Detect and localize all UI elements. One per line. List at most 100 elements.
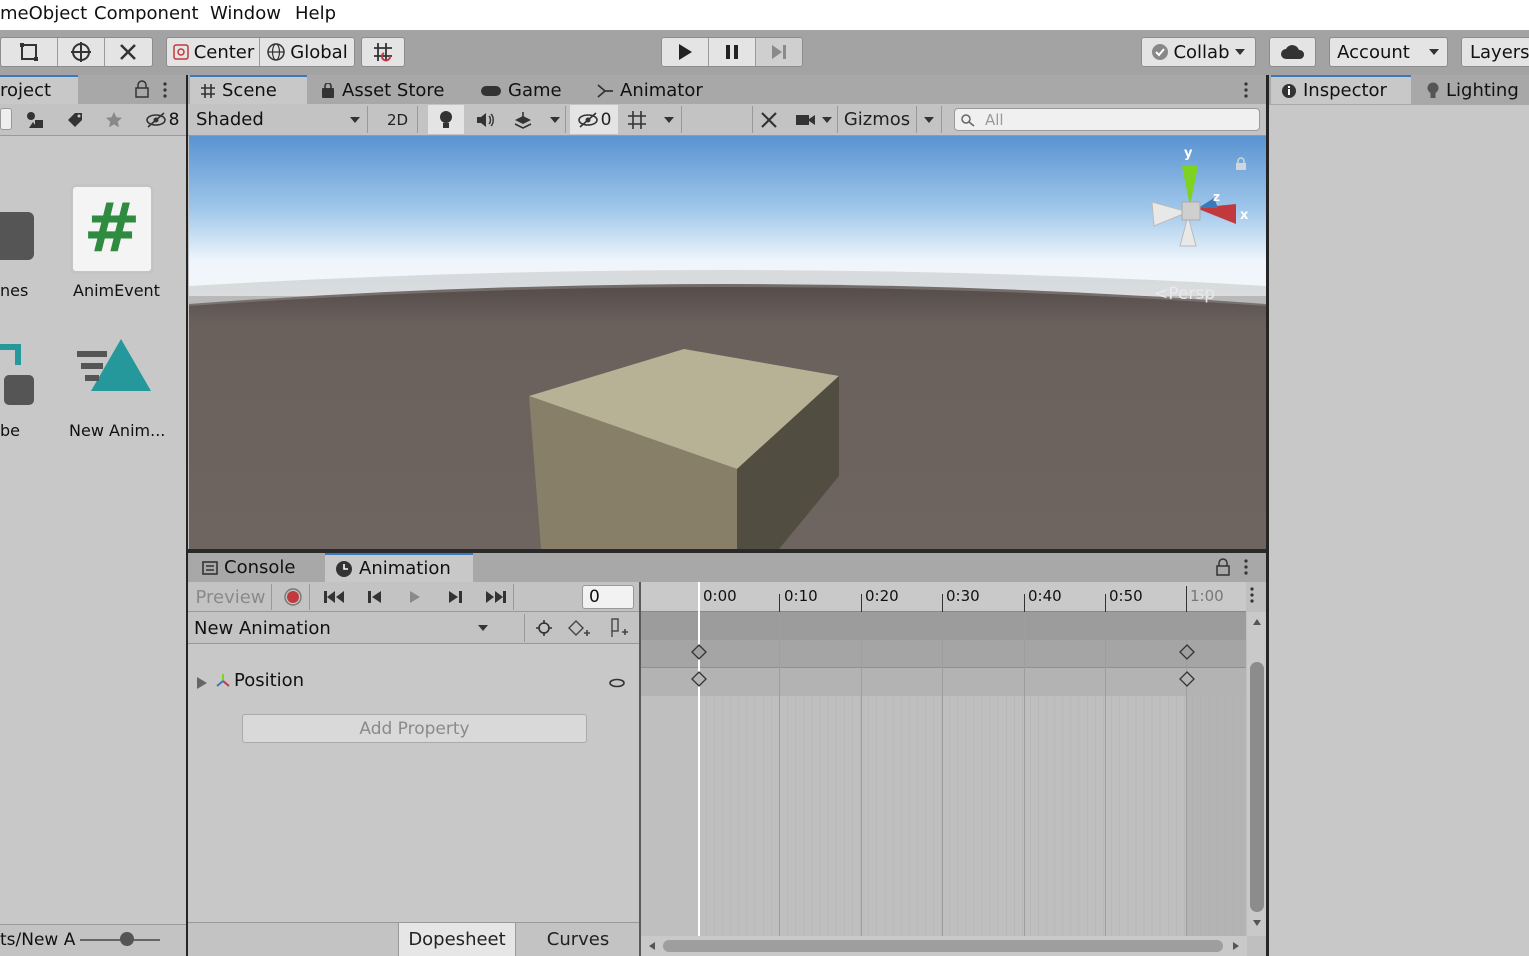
gizmos-dropdown[interactable] [916,106,942,133]
first-keyframe-button[interactable] [316,584,352,610]
menu-help[interactable]: Help [295,3,336,24]
scene-search-field[interactable]: All [954,108,1260,131]
kebab-menu-icon[interactable] [1249,586,1255,608]
vertical-scrollbar[interactable] [1247,612,1266,936]
prefab-icon[interactable] [0,343,40,413]
grid-dropdown[interactable] [656,106,682,133]
scene-audio-toggle[interactable] [468,106,502,133]
scrollbar-thumb[interactable] [1250,662,1264,912]
tab-animator[interactable]: Animator [586,76,703,105]
scene-lighting-toggle[interactable] [428,105,464,134]
step-button[interactable] [756,38,802,66]
tab-project[interactable]: roject [0,75,78,104]
favorite-button[interactable] [99,108,129,132]
menu-window[interactable]: Window [210,3,281,24]
pause-button[interactable] [709,38,756,66]
hidden-packages-toggle[interactable]: 8 [140,108,184,132]
property-options-icon[interactable] [608,677,626,689]
curves-tab[interactable]: Curves [518,923,638,956]
play-button[interactable] [662,38,709,66]
pivot-label: Center [193,41,255,63]
folder-icon[interactable] [0,212,34,260]
time-tick: 0:20 [865,587,899,605]
keyframe[interactable] [691,644,707,660]
scroll-right-icon[interactable] [1232,941,1240,951]
gizmo-lock-icon[interactable] [1235,156,1247,175]
cloud-button[interactable] [1269,37,1316,67]
add-keyframe-button[interactable] [564,614,596,642]
dopesheet-tab[interactable]: Dopesheet [398,923,516,956]
pivot-rotation-button[interactable]: Global [260,38,354,66]
tools-icon [760,111,777,128]
scroll-up-icon[interactable] [1252,618,1262,626]
kebab-menu-icon[interactable] [1243,81,1249,103]
play-animation-button[interactable] [398,584,432,610]
search-field[interactable] [0,108,12,130]
kebab-menu-icon[interactable] [1243,558,1249,580]
layers-dropdown[interactable]: Layers [1461,37,1529,67]
filter-selection-button[interactable] [528,614,560,642]
play-icon [679,44,692,60]
previous-keyframe-button[interactable] [358,584,392,610]
clip-dropdown[interactable]: New Animation [188,614,495,642]
search-by-label-button[interactable] [60,108,90,132]
draw-mode-dropdown[interactable]: Shaded [190,106,368,133]
toggle-2d-button[interactable]: 2D [378,106,418,133]
scroll-left-icon[interactable] [648,941,656,951]
tab-game[interactable]: Game [470,76,562,105]
preview-toggle[interactable]: Preview [190,584,272,610]
h-scrollbar-thumb[interactable] [663,940,1223,952]
tab-asset-store[interactable]: Asset Store [310,76,445,105]
expand-arrow-icon[interactable] [196,676,208,690]
camera-settings-dropdown[interactable] [790,106,838,133]
scene-tools-button[interactable] [752,106,784,133]
transform-tool-button[interactable] [58,38,105,66]
effects-dropdown[interactable] [544,106,566,133]
scene-visibility-toggle[interactable]: 0 [570,105,618,134]
account-dropdown[interactable]: Account [1329,37,1448,67]
time-ruler[interactable]: 0:00 0:10 0:20 0:30 0:40 0:50 1:00 [641,582,1246,612]
snap-settings-button[interactable] [361,37,405,67]
animation-clip-icon[interactable] [75,337,155,399]
kebab-menu-icon[interactable] [162,81,168,103]
tab-inspector[interactable]: Inspector [1271,75,1411,104]
keyframe[interactable] [1179,644,1195,660]
icon-size-slider-thumb[interactable] [120,932,134,946]
scroll-down-icon[interactable] [1252,919,1262,927]
grid-toggle[interactable] [622,106,652,133]
dopesheet-area[interactable]: 0:00 0:10 0:20 0:30 0:40 0:50 1:00 [641,582,1266,956]
csharp-script-icon[interactable]: # [70,184,154,274]
gizmos-button[interactable]: Gizmos [842,106,912,133]
search-by-type-button[interactable] [20,108,50,132]
lock-icon[interactable] [135,80,149,102]
menu-gameobject[interactable]: meObject [0,3,87,24]
rect-tool-icon [20,43,39,61]
next-keyframe-button[interactable] [438,584,472,610]
game-tab-label: Game [508,80,562,101]
add-property-button[interactable]: Add Property [242,714,587,743]
playhead[interactable] [698,582,700,936]
tab-console[interactable]: Console [192,553,295,582]
horizontal-scrollbar[interactable] [641,936,1247,956]
projection-label[interactable]: <Persp [1154,284,1215,304]
add-event-button[interactable] [604,614,636,642]
keyframe[interactable] [691,671,707,687]
pivot-mode-button[interactable]: Center [167,38,260,66]
menu-component[interactable]: Component [94,3,199,24]
last-keyframe-button[interactable] [478,584,514,610]
lock-icon[interactable] [1216,558,1230,580]
keyframe[interactable] [1179,671,1195,687]
property-row[interactable]: Position [188,667,640,697]
scene-effects-toggle[interactable] [506,106,540,133]
scene-viewport[interactable]: y x z <Persp [189,136,1266,549]
tab-lighting[interactable]: Lighting [1416,76,1519,105]
record-button[interactable] [276,584,310,610]
frame-field[interactable]: 0 [582,585,634,609]
lightbulb-icon [440,110,452,128]
collab-button[interactable]: Collab [1141,37,1256,67]
rect-tool-button[interactable] [1,38,59,66]
tab-animation[interactable]: Animation [325,553,473,582]
pause-icon [726,45,738,59]
tab-scene[interactable]: Scene [190,75,307,104]
custom-tool-button[interactable] [105,38,152,66]
